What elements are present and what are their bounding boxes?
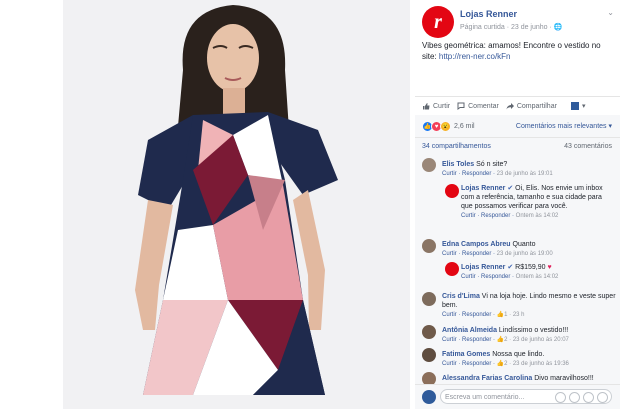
current-user-avatar — [422, 390, 436, 404]
comment-time: 2 · 23 de junho às 19:36 — [504, 361, 569, 367]
post-options-chevron-icon[interactable]: ⌄ — [607, 8, 614, 17]
comment-actions[interactable]: Curtir · Responder · — [442, 312, 497, 318]
avatar[interactable] — [422, 158, 436, 172]
reactions-bar: 👍 ♥ 😮 2,6 mil Comentários mais relevante… — [415, 115, 620, 137]
comments-list: Elis Toles Só n site? Curtir · Responder… — [415, 154, 620, 384]
comment-actions[interactable]: Curtir · Responder · — [442, 251, 495, 257]
avatar[interactable] — [445, 184, 459, 198]
emoji-icon[interactable] — [555, 392, 566, 403]
post-actions: Curtir Comentar Compartilhar ▾ — [415, 96, 620, 116]
comment-actions[interactable]: Curtir · Responder · — [442, 171, 495, 177]
comment: Cris d'Lima Vi na loja hoje. Lindo mesmo… — [442, 292, 617, 320]
comment-text: Nossa que lindo. — [492, 351, 545, 358]
verified-badge-icon: ✔ — [507, 185, 514, 192]
commenter-name[interactable]: Edna Campos Abreu — [442, 241, 511, 248]
post-panel: r Lojas Renner Página curtida · 23 de ju… — [415, 0, 620, 409]
chevron-down-icon: ▾ — [581, 103, 586, 110]
comment-text: Só n site? — [476, 161, 508, 168]
like-button[interactable]: Curtir — [422, 102, 450, 110]
reply: Lojas Renner ✔ Oi, Elis. Nos envie um in… — [461, 184, 613, 221]
thumbs-up-icon — [423, 103, 430, 110]
post-header: r Lojas Renner Página curtida · 23 de ju… — [422, 6, 620, 38]
commenter-name[interactable]: Elis Toles — [442, 161, 474, 168]
audience-selector[interactable]: ▾ — [570, 102, 586, 110]
comment: Fatima Gomes Nossa que lindo. Curtir · R… — [442, 350, 617, 369]
comment: Alessandra Farias Carolina Divo maravilh… — [442, 374, 617, 383]
comment-time: Ontem às 14:02 — [514, 274, 559, 280]
camera-icon[interactable] — [569, 392, 580, 403]
composer-icons — [555, 392, 608, 403]
comment: Elis Toles Só n site? Curtir · Responder… — [442, 160, 617, 179]
comment-text: Lindíssimo o vestido!!! — [498, 327, 569, 334]
comment-time: 1 · 23 h — [504, 312, 525, 318]
comment-time: Ontem às 14:02 — [514, 213, 559, 219]
page-logo[interactable]: r — [422, 6, 454, 38]
comment-actions[interactable]: Curtir · Responder · — [461, 213, 514, 219]
model-in-geometric-dress-image — [63, 0, 410, 409]
share-button[interactable]: Compartilhar — [506, 102, 557, 110]
comment-time: 23 de junho às 19:00 — [495, 251, 553, 257]
post-link[interactable]: http://ren-ner.co/kFn — [439, 52, 511, 61]
comment-text: Divo maravilhoso!!! — [534, 375, 594, 382]
engagement-counts: 34 compartilhamentos 43 comentários — [415, 137, 620, 154]
comments-count[interactable]: 43 comentários — [564, 143, 612, 150]
avatar[interactable] — [422, 325, 436, 339]
globe-icon: 🌐 — [553, 24, 563, 31]
comment: Edna Campos Abreu Quanto Curtir · Respon… — [442, 240, 617, 259]
comment-composer: Escreva um comentário... — [415, 384, 620, 409]
reaction-count: 2,6 mil — [454, 123, 475, 130]
commenter-name[interactable]: Antônia Almeida — [442, 327, 497, 334]
avatar[interactable] — [422, 372, 436, 384]
comment-input[interactable]: Escreva um comentário... — [440, 389, 612, 404]
share-icon — [506, 103, 514, 110]
avatar[interactable] — [422, 348, 436, 362]
comment-actions[interactable]: Curtir · Responder · — [461, 274, 514, 280]
comment-time: 2 · 23 de junho às 20:07 — [504, 337, 569, 343]
comment: Antônia Almeida Lindíssimo o vestido!!! … — [442, 326, 617, 345]
comment-sort-dropdown[interactable]: Comentários mais relevantes ▾ — [516, 122, 612, 130]
avatar[interactable] — [422, 292, 436, 306]
commenter-name[interactable]: Fatima Gomes — [442, 351, 490, 358]
profile-thumbnail-icon — [570, 102, 579, 110]
page-name[interactable]: Lojas Renner — [460, 9, 517, 19]
comment-text: Quanto — [512, 241, 536, 248]
comment-actions[interactable]: Curtir · Responder · — [442, 337, 497, 343]
avatar[interactable] — [445, 262, 459, 276]
heart-emoji-icon: ♥ — [547, 264, 552, 271]
shares-count[interactable]: 34 compartilhamentos — [422, 143, 491, 150]
commenter-name[interactable]: Alessandra Farias Carolina — [442, 375, 532, 382]
post-meta: Página curtida · 23 de junho · 🌐 — [460, 24, 563, 31]
gif-icon[interactable] — [583, 392, 594, 403]
commenter-name[interactable]: Lojas Renner — [461, 185, 505, 192]
reply: Lojas Renner ✔ R$159,90 ♥ Curtir · Respo… — [461, 263, 613, 282]
commenter-name[interactable]: Lojas Renner — [461, 264, 505, 271]
reaction-summary[interactable]: 👍 ♥ 😮 2,6 mil — [422, 121, 475, 132]
comment-time: 23 de junho às 19:01 — [495, 171, 553, 177]
comment-button[interactable]: Comentar — [457, 102, 499, 110]
commenter-name[interactable]: Cris d'Lima — [442, 293, 480, 300]
avatar[interactable] — [422, 239, 436, 253]
comment-icon — [457, 102, 465, 110]
product-photo[interactable] — [63, 0, 410, 409]
wow-reaction-icon: 😮 — [440, 121, 451, 132]
comment-actions[interactable]: Curtir · Responder · — [442, 361, 497, 367]
sticker-icon[interactable] — [597, 392, 608, 403]
post-text: Vibes geométrica: amamos! Encontre o ves… — [422, 41, 601, 61]
verified-badge-icon: ✔ — [507, 264, 514, 271]
comment-text: R$159,90 — [515, 264, 546, 271]
